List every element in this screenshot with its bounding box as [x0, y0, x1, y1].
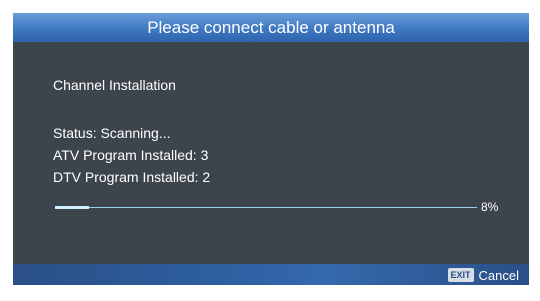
channel-installation-dialog: Please connect cable or antenna Channel … — [13, 13, 529, 285]
dialog-header: Please connect cable or antenna — [13, 13, 529, 42]
cancel-button[interactable]: EXIT Cancel — [447, 267, 519, 283]
exit-key-icon: EXIT — [447, 268, 474, 282]
dtv-count: DTV Program Installed: 2 — [53, 169, 211, 185]
dialog-title: Please connect cable or antenna — [147, 18, 395, 37]
scan-status: Status: Scanning... — [53, 125, 171, 141]
section-title: Channel Installation — [53, 77, 176, 93]
scan-progress-bar — [55, 206, 477, 209]
cancel-label: Cancel — [478, 267, 519, 283]
dialog-footer: EXIT Cancel — [13, 264, 529, 285]
progress-fill — [55, 206, 89, 209]
progress-percent: 8% — [481, 200, 499, 214]
atv-count: ATV Program Installed: 3 — [53, 147, 209, 163]
